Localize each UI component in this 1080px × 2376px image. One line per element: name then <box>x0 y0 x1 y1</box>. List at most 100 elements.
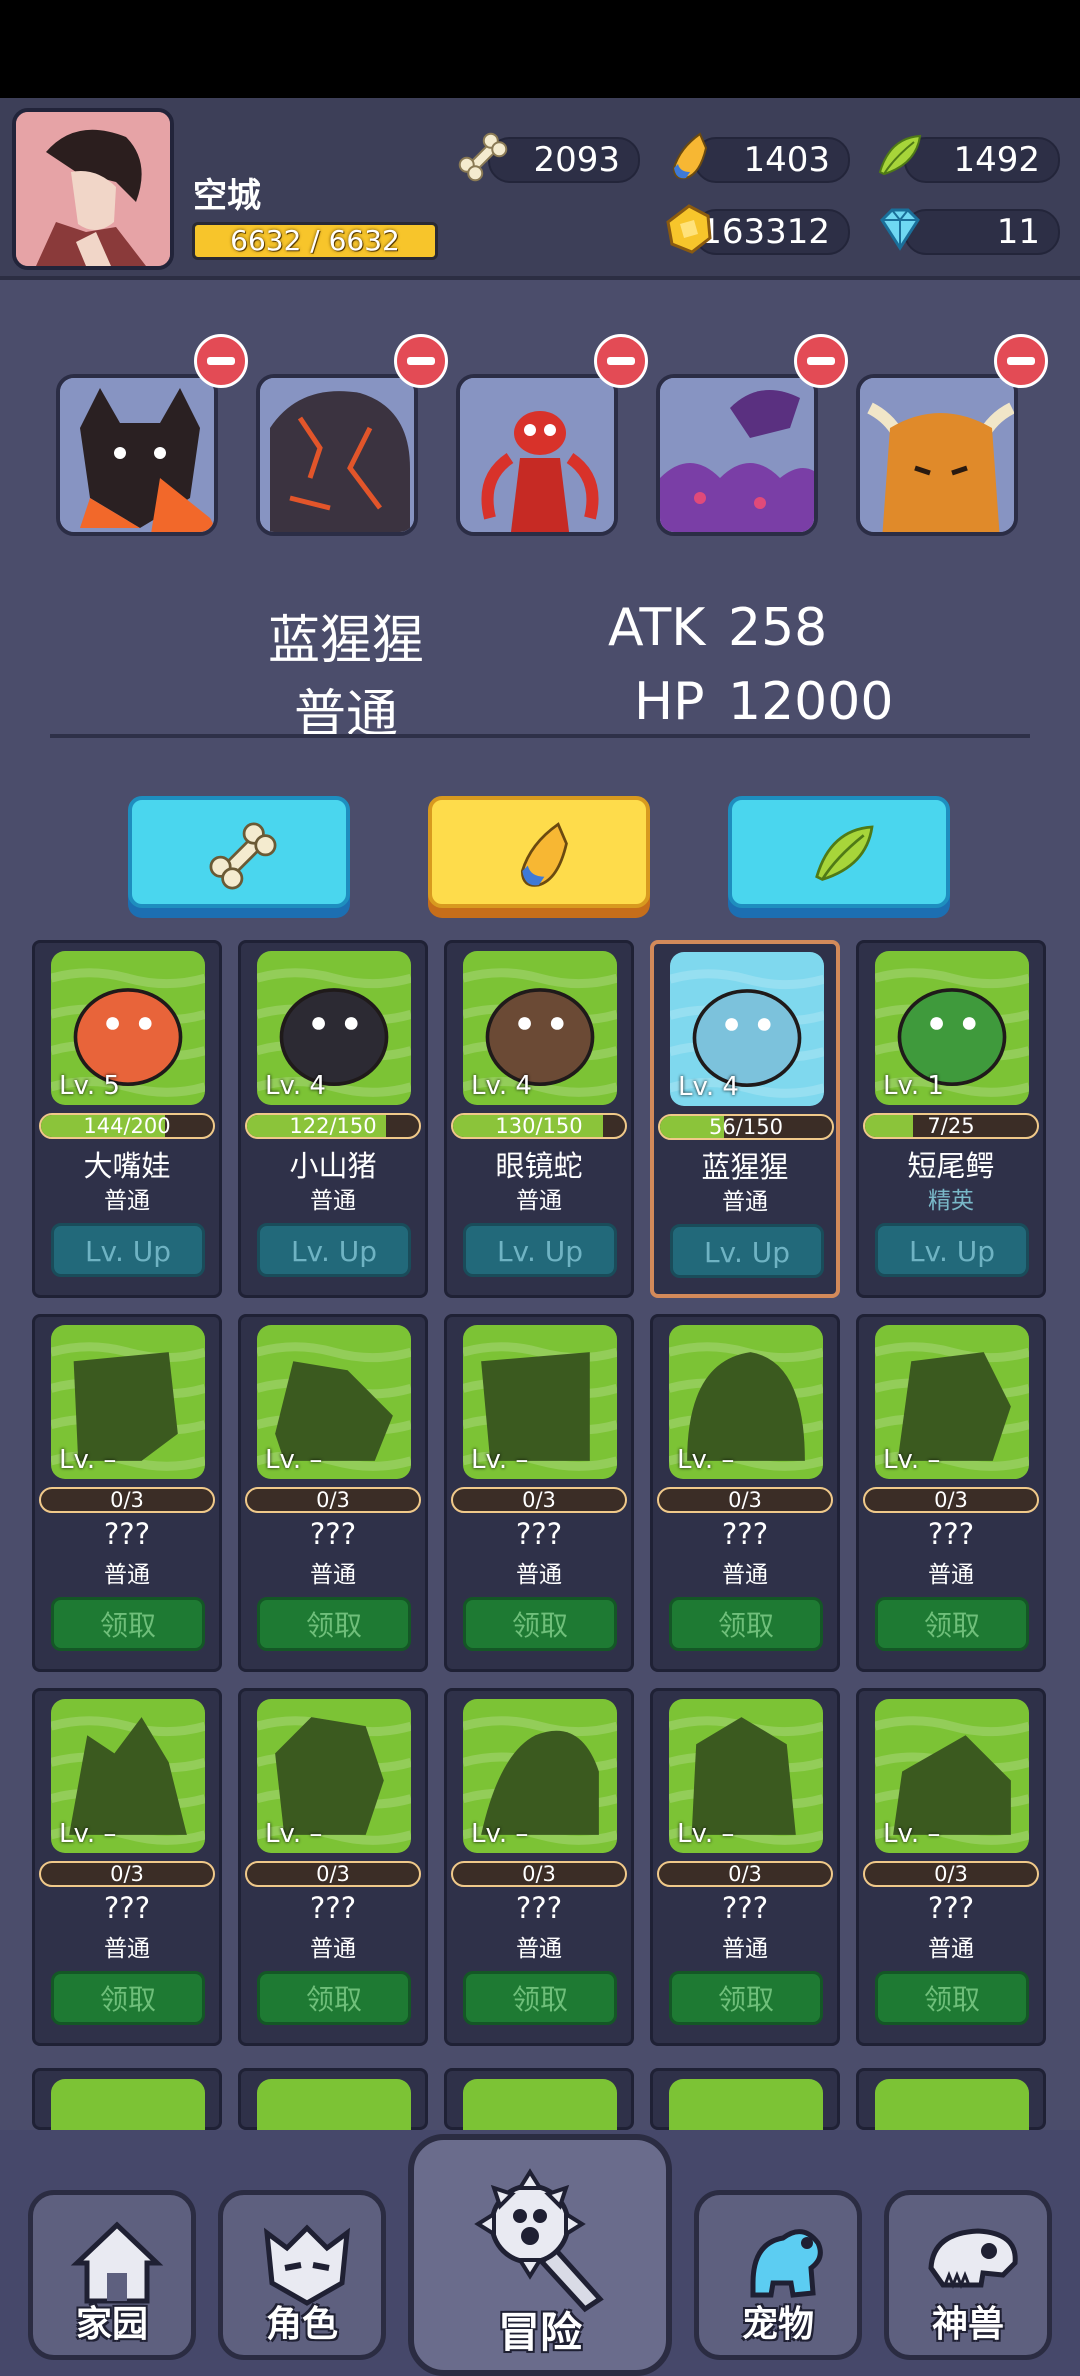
nav-beast-button[interactable]: 神兽 <box>884 2190 1052 2360</box>
resource-gold: 163312 <box>660 204 850 255</box>
pet-card[interactable]: Lv. – 0/3??? 普通 领取 <box>238 1314 428 1672</box>
diamond-count: 11 <box>996 212 1040 252</box>
pet-progress-text: 144/200 <box>83 1114 171 1138</box>
claim-button[interactable]: 领取 <box>257 1597 411 1651</box>
pet-level: Lv. – <box>471 1819 529 1849</box>
lava-golem-portrait <box>260 378 414 532</box>
locked-pet-silhouette: Lv. – <box>257 1699 411 1853</box>
pet-progress-bar: 0/3 <box>451 1861 627 1887</box>
pet-card[interactable]: Lv. 4 56/150 蓝猩猩 普通 Lv. Up <box>650 940 840 1298</box>
diamond-icon <box>880 208 920 251</box>
claim-button[interactable]: 领取 <box>463 1971 617 2025</box>
pet-name: 眼镜蛇 <box>495 1149 583 1183</box>
team-slot-2[interactable] <box>256 374 418 536</box>
feed-leaf-button[interactable] <box>728 796 950 908</box>
claim-button[interactable]: 领取 <box>257 1971 411 2025</box>
pet-name: ??? <box>309 1891 357 1925</box>
atk-label: ATK <box>608 598 706 658</box>
pet-level: Lv. – <box>265 1819 323 1849</box>
pet-card[interactable]: Lv. – 0/3??? 普通 领取 <box>444 1314 634 1672</box>
pet-card[interactable]: Lv. – 0/3??? 普通 领取 <box>238 1688 428 2046</box>
locked-pet-silhouette: Lv. – <box>875 1325 1029 1479</box>
pet-progress-bar: 0/3 <box>657 1487 833 1513</box>
level-up-button[interactable]: Lv. Up <box>257 1223 411 1277</box>
pet-card[interactable]: Lv. – 0/3??? 普通 领取 <box>650 1688 840 2046</box>
feed-fang-button[interactable] <box>428 796 650 908</box>
pet-progress-bar: 7/25 <box>863 1113 1039 1139</box>
pet-rarity: 普通 <box>310 1936 356 1962</box>
pet-portrait: Lv. 4 <box>257 951 411 1105</box>
claim-button[interactable]: 领取 <box>51 1971 205 2025</box>
claim-button[interactable]: 领取 <box>669 1971 823 2025</box>
pet-card[interactable]: Lv. – 0/3??? 普通 领取 <box>650 1314 840 1672</box>
claim-button[interactable]: 领取 <box>463 1597 617 1651</box>
hp-value: 12000 <box>728 672 894 732</box>
pet-rarity: 普通 <box>104 1188 150 1214</box>
level-up-button[interactable]: Lv. Up <box>875 1223 1029 1277</box>
player-hp-text: 6632 / 6632 <box>230 224 400 257</box>
pet-rarity: 普通 <box>104 1562 150 1588</box>
remove-team-1-button[interactable] <box>194 334 248 388</box>
resource-bone: 2093 <box>454 132 640 183</box>
remove-team-5-button[interactable] <box>994 334 1048 388</box>
level-up-button[interactable]: Lv. Up <box>463 1223 617 1277</box>
pet-level: Lv. 4 <box>471 1071 532 1101</box>
nav-adventure-label: 冒险 <box>497 2308 582 2357</box>
pet-progress-text: 0/3 <box>934 1488 968 1512</box>
pet-level: Lv. 4 <box>265 1071 326 1101</box>
nav-role-button[interactable]: 角色 <box>218 2190 386 2360</box>
feed-bone-button[interactable] <box>128 796 350 908</box>
pet-card[interactable]: Lv. 4 122/150 小山猪 普通 Lv. Up <box>238 940 428 1298</box>
team-slot-3[interactable] <box>456 374 618 536</box>
pet-level: Lv. – <box>471 1445 529 1475</box>
pet-portrait: Lv. 4 <box>463 951 617 1105</box>
team-slot-1[interactable] <box>56 374 218 536</box>
pet-card[interactable]: Lv. – 0/3??? 普通 领取 <box>856 1688 1046 2046</box>
pet-level: Lv. – <box>265 1445 323 1475</box>
pet-name: 蓝猩猩 <box>701 1150 789 1184</box>
divider <box>50 734 1030 738</box>
pet-rarity: 普通 <box>722 1562 768 1588</box>
pet-level: Lv. – <box>883 1445 941 1475</box>
pet-card[interactable]: Lv. 4 130/150 眼镜蛇 普通 Lv. Up <box>444 940 634 1298</box>
pet-card[interactable]: Lv. – 0/3??? 普通 领取 <box>32 1314 222 1672</box>
nav-role-label: 角色 <box>265 2304 338 2345</box>
pet-card[interactable]: Lv. 1 7/25 短尾鳄 精英 Lv. Up <box>856 940 1046 1298</box>
pet-progress-bar: 122/150 <box>245 1113 421 1139</box>
remove-team-3-button[interactable] <box>594 334 648 388</box>
spiked-club-icon <box>474 2168 604 2313</box>
pet-card[interactable]: Lv. – 0/3??? 普通 领取 <box>856 1314 1046 1672</box>
bone-icon <box>209 822 277 890</box>
leaf-count: 1492 <box>953 140 1040 180</box>
pet-card[interactable]: Lv. 5 144/200 大嘴娃 普通 Lv. Up <box>32 940 222 1298</box>
locked-pet-silhouette: Lv. – <box>669 1325 823 1479</box>
team-slot-5[interactable] <box>856 374 1018 536</box>
nav-home-button[interactable]: 家园 <box>28 2190 196 2360</box>
level-up-button[interactable]: Lv. Up <box>51 1223 205 1277</box>
pet-rarity: 普通 <box>722 1189 768 1215</box>
pet-rarity: 普通 <box>722 1936 768 1962</box>
player-avatar[interactable] <box>12 108 174 270</box>
pet-card[interactable]: Lv. – 0/3??? 普通 领取 <box>32 1688 222 2046</box>
claim-button[interactable]: 领取 <box>51 1597 205 1651</box>
fire-fox-portrait <box>60 378 214 532</box>
remove-team-2-button[interactable] <box>394 334 448 388</box>
claim-button[interactable]: 领取 <box>875 1597 1029 1651</box>
pet-card[interactable]: Lv. – 0/3??? 普通 领取 <box>444 1688 634 2046</box>
player-hp-bar: 6632 / 6632 <box>192 222 438 260</box>
pet-rarity: 普通 <box>104 1936 150 1962</box>
nav-pet-button[interactable]: 宠物 <box>694 2190 862 2360</box>
nav-adventure-button[interactable]: 冒险 <box>408 2134 672 2376</box>
leaf-icon <box>878 134 922 176</box>
team-slot-4[interactable] <box>656 374 818 536</box>
remove-team-4-button[interactable] <box>794 334 848 388</box>
pet-name: ??? <box>927 1891 975 1925</box>
fang-icon <box>672 132 708 180</box>
claim-button[interactable]: 领取 <box>875 1971 1029 2025</box>
nav-beast-label: 神兽 <box>931 2304 1004 2345</box>
claim-button[interactable]: 领取 <box>669 1597 823 1651</box>
nav-pet-label: 宠物 <box>741 2304 814 2345</box>
level-up-button[interactable]: Lv. Up <box>670 1224 824 1278</box>
pet-rarity: 普通 <box>310 1188 356 1214</box>
orange-bull-portrait <box>860 378 1014 532</box>
